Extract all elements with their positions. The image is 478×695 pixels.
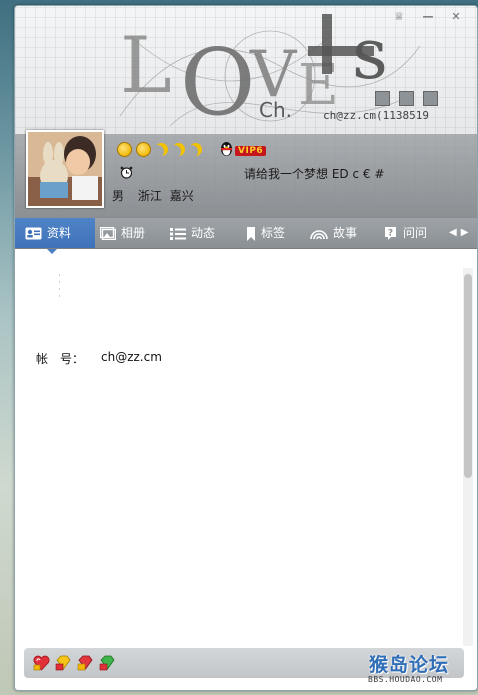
tab-album-label: 相册: [121, 226, 146, 240]
green-diamond-icon[interactable]: [99, 655, 115, 671]
svg-text:L: L: [120, 21, 172, 111]
forum-watermark: 猴岛论坛: [369, 654, 450, 676]
profile-window: L O V E s ♕ — ✕ Ch. ch@zz.cm(1138519: [14, 5, 478, 691]
account-value: ch@zz.cm: [101, 350, 162, 364]
square-decoration: [423, 91, 438, 106]
avatar-image: [28, 132, 102, 206]
tab-scroll-left-icon[interactable]: ◀: [449, 227, 457, 238]
avatar[interactable]: [26, 130, 104, 208]
tab-profile[interactable]: 资料: [15, 218, 95, 248]
close-button[interactable]: ✕: [448, 10, 464, 24]
rainbow-icon: [310, 230, 328, 239]
account-label: 帐 号：: [36, 352, 85, 366]
basic-info: 男 浙江 嘉兴: [112, 187, 204, 204]
photo-album-icon: [100, 227, 116, 240]
tab-ask-label: 问问: [403, 226, 428, 240]
svg-text:?: ?: [388, 229, 393, 239]
list-icon: [170, 227, 186, 240]
tab-scroll-arrows[interactable]: ◀ ▶: [449, 218, 468, 248]
tab-stories[interactable]: 故事: [310, 218, 357, 248]
vip-badge[interactable]: VIP6: [235, 146, 267, 156]
tab-album[interactable]: 相册: [100, 218, 145, 248]
city-text: 嘉兴: [169, 189, 194, 203]
nickname-art: Ch.: [259, 98, 292, 122]
square-decoration: [399, 91, 414, 106]
id-card-icon: [25, 227, 42, 240]
tab-stories-label: 故事: [333, 226, 358, 240]
active-tab-pointer: [47, 249, 57, 254]
divider-mark: [59, 274, 60, 302]
moon-icon: [155, 143, 168, 156]
signature-text: 请给我一个梦想 ED c € #: [244, 167, 385, 181]
sun-icon: [117, 142, 132, 157]
scrollbar-thumb[interactable]: [464, 274, 472, 478]
tab-feed[interactable]: 动态: [170, 218, 215, 248]
tab-profile-label: 资料: [47, 226, 72, 240]
profile-banner: L O V E s ♕ — ✕ Ch. ch@zz.cm(1138519: [15, 6, 477, 218]
tab-ask[interactable]: ? 问问: [383, 218, 427, 248]
bookmark-icon: [247, 226, 255, 241]
heart-gift-icon[interactable]: [33, 655, 50, 671]
sun-icon: [136, 142, 151, 157]
square-decoration: [375, 91, 390, 106]
province-text: 浙江: [137, 189, 162, 203]
profile-details: 帐 号： ch@zz.cm: [15, 249, 477, 647]
tab-tags-label: 标签: [261, 226, 286, 240]
forum-watermark-url: BBS.HOUDAO.COM: [368, 675, 443, 684]
moon-icon: [189, 143, 202, 156]
content-scrollbar[interactable]: [463, 268, 473, 646]
minimize-button[interactable]: —: [420, 10, 436, 24]
qq-penguin-icon[interactable]: [219, 141, 234, 157]
yellow-diamond-icon[interactable]: [55, 655, 71, 671]
moon-icon: [172, 143, 185, 156]
tab-tags[interactable]: 标签: [246, 218, 285, 248]
alarm-clock-icon: [120, 166, 133, 179]
tab-feed-label: 动态: [191, 226, 216, 240]
red-diamond-icon[interactable]: [77, 655, 93, 671]
email-line: ch@zz.cm(1138519: [323, 109, 429, 122]
svg-text:O: O: [180, 29, 255, 134]
level-icons: [117, 142, 206, 158]
gender-text: 男: [112, 189, 125, 203]
profile-tab-bar: 资料 相册 动态 标签 故事 ? 问问 ◀ ▶: [15, 218, 477, 249]
question-icon: ?: [385, 227, 396, 240]
tab-scroll-right-icon[interactable]: ▶: [461, 227, 469, 238]
skin-icon[interactable]: ♕: [391, 10, 407, 24]
